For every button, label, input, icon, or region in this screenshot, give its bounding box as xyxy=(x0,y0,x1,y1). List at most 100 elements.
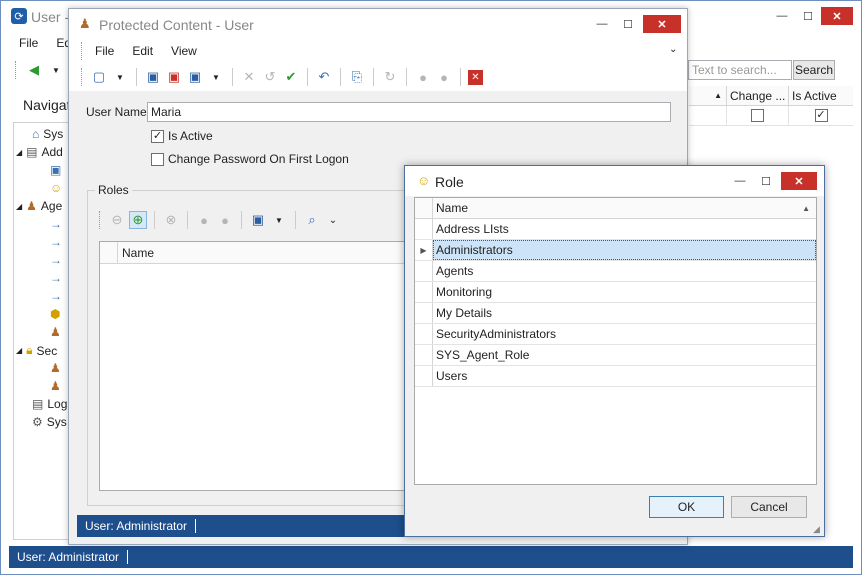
column-is-active[interactable]: Is Active xyxy=(789,86,853,105)
agent-arrow-icon: → xyxy=(50,253,62,267)
menu-file[interactable]: File xyxy=(19,36,38,50)
delete-icon[interactable]: ✕ xyxy=(240,68,258,86)
clone-icon[interactable]: ⎘ xyxy=(348,68,366,86)
nav-item-address[interactable]: ◢ ▤ Add xyxy=(16,145,63,159)
role-row[interactable]: SecurityAdministrators xyxy=(415,324,816,345)
is-active-checkbox[interactable]: ✓ xyxy=(151,129,164,143)
nav-item-log[interactable]: ▤ Log xyxy=(32,397,67,411)
role-row[interactable]: SYS_Agent_Role xyxy=(415,345,816,366)
nav-item-agents[interactable]: ◢ ♟ Age xyxy=(16,199,62,213)
refresh-icon[interactable]: ↻ xyxy=(381,68,399,86)
nav-item-agent-1[interactable]: → xyxy=(50,217,62,231)
export-dropdown-icon[interactable]: ▼ xyxy=(270,211,288,229)
pc-status-user: User: Administrator xyxy=(85,519,188,533)
agent-arrow-icon: → xyxy=(50,217,62,231)
back-icon[interactable]: ◀ xyxy=(25,61,43,79)
nav-item-agent-4[interactable]: → xyxy=(50,271,62,285)
close-button[interactable]: ✕ xyxy=(821,7,853,25)
search-icon[interactable]: ⌕ xyxy=(303,211,321,229)
collapse-icon: ◢ xyxy=(16,201,23,211)
agents-icon: ♟ xyxy=(26,199,37,213)
main-status-bar: User: Administrator xyxy=(9,546,853,568)
undo-icon[interactable]: ↶ xyxy=(315,68,333,86)
role-dialog-title: Role xyxy=(435,174,464,190)
roles-next-icon[interactable]: ● xyxy=(216,211,234,229)
pc-menu-file[interactable]: File xyxy=(95,44,114,58)
role-minimize-button[interactable]: — xyxy=(727,172,753,190)
maximize-button[interactable]: ☐ xyxy=(795,7,821,25)
pc-minimize-button[interactable]: — xyxy=(589,15,615,33)
role-grid: Name ▲ Address LIsts ▶ Administrators Age… xyxy=(414,197,817,485)
main-window-title: User - xyxy=(31,9,70,25)
export-icon[interactable]: ▣ xyxy=(249,211,267,229)
new-icon[interactable]: ▢ xyxy=(90,68,108,86)
pc-menu-edit[interactable]: Edit xyxy=(132,44,153,58)
change-password-option[interactable]: Change Password On First Logon xyxy=(151,152,349,166)
validate-check-icon[interactable]: ✔ xyxy=(282,68,300,86)
menu-overflow-chevron-icon[interactable]: ⌄ xyxy=(669,44,677,55)
nav-item-user-info[interactable]: ♟ xyxy=(50,361,61,375)
previous-icon[interactable]: ● xyxy=(414,68,432,86)
nav-item-agent-3[interactable]: → xyxy=(50,253,62,267)
pc-menu-view[interactable]: View xyxy=(171,44,197,58)
reset-icon[interactable]: ↺ xyxy=(261,68,279,86)
back-dropdown-icon[interactable]: ▼ xyxy=(47,61,65,79)
sort-icon[interactable]: ▲ xyxy=(689,86,727,105)
roles-previous-icon[interactable]: ● xyxy=(195,211,213,229)
nav-item-mask[interactable]: ☺ xyxy=(50,181,62,195)
roles-toolbar-chevron-icon[interactable]: ⌄ xyxy=(324,211,342,229)
nav-item-agent-2[interactable]: → xyxy=(50,235,62,249)
roles-name-column[interactable]: Name xyxy=(118,242,154,263)
nav-item-agent-5[interactable]: → xyxy=(50,289,62,303)
nav-item-package[interactable]: ⬢ xyxy=(50,307,60,321)
minimize-button[interactable]: — xyxy=(769,7,795,25)
role-name-column[interactable]: Name ▲ xyxy=(433,198,816,218)
change-password-checkbox[interactable] xyxy=(151,152,164,166)
user-icon: ♟ xyxy=(50,325,61,339)
pc-maximize-button[interactable]: ☐ xyxy=(615,15,641,33)
save-close-icon[interactable]: ▣ xyxy=(165,68,183,86)
package-icon: ⬢ xyxy=(50,307,61,321)
is-active-option[interactable]: ✓ Is Active xyxy=(151,129,213,143)
nav-item-user[interactable]: ♟ xyxy=(50,325,61,339)
is-active-checkbox[interactable]: ✓ xyxy=(814,109,828,122)
role-row-selected[interactable]: ▶ Administrators xyxy=(415,240,816,261)
user-info-icon: ♟ xyxy=(50,361,61,375)
cancel-button[interactable]: Cancel xyxy=(731,496,807,518)
roles-toolbar: ⊖ ⊕ ⊗ ● ● ▣ ▼ ⌕ ⌄ xyxy=(99,211,342,229)
next-icon[interactable]: ● xyxy=(435,68,453,86)
role-maximize-button[interactable]: ☐ xyxy=(753,172,779,190)
unlink-icon[interactable]: ⊖ xyxy=(108,211,126,229)
role-row[interactable]: Address LIsts xyxy=(415,219,816,240)
role-row[interactable]: Monitoring xyxy=(415,282,816,303)
column-change-password[interactable]: Change ... xyxy=(727,86,789,105)
role-row[interactable]: Agents xyxy=(415,261,816,282)
save-icon[interactable]: ▣ xyxy=(144,68,162,86)
search-button[interactable]: Search xyxy=(793,60,835,80)
save-new-icon[interactable]: ▣ xyxy=(186,68,204,86)
new-dropdown-icon[interactable]: ▼ xyxy=(111,68,129,86)
close-view-icon[interactable]: ✕ xyxy=(468,69,483,85)
search-input[interactable]: Text to search... xyxy=(688,60,792,80)
gear-icon: ⚙ xyxy=(32,415,43,429)
nav-item-user-key[interactable]: ♟ xyxy=(50,379,61,393)
pc-close-button[interactable]: ✕ xyxy=(643,15,681,33)
role-close-button[interactable]: ✕ xyxy=(781,172,817,190)
role-row[interactable]: Users xyxy=(415,366,816,387)
role-row[interactable]: My Details xyxy=(415,303,816,324)
resize-grip-icon[interactable]: ◢ xyxy=(813,524,820,535)
sort-ascending-icon: ▲ xyxy=(802,203,810,213)
save-dropdown-icon[interactable]: ▼ xyxy=(207,68,225,86)
ok-button[interactable]: OK xyxy=(649,496,724,518)
nav-item-system-settings[interactable]: ⚙ Sys xyxy=(32,415,67,429)
users-grid-header: ▲ Change ... Is Active xyxy=(689,86,853,106)
nav-item-contact[interactable]: ▣ xyxy=(50,163,61,177)
nav-item-security[interactable]: ◢ 🔒︎ Sec xyxy=(16,343,57,358)
users-grid-row[interactable]: ✓ xyxy=(689,106,853,126)
roles-grid-header: Name xyxy=(100,242,408,264)
link-add-icon[interactable]: ⊕ xyxy=(129,211,147,229)
change-password-checkbox[interactable] xyxy=(751,109,764,122)
nav-item-system[interactable]: ⌂ Sys xyxy=(32,127,63,141)
user-name-input[interactable]: Maria xyxy=(147,102,671,122)
roles-delete-icon[interactable]: ⊗ xyxy=(162,211,180,229)
